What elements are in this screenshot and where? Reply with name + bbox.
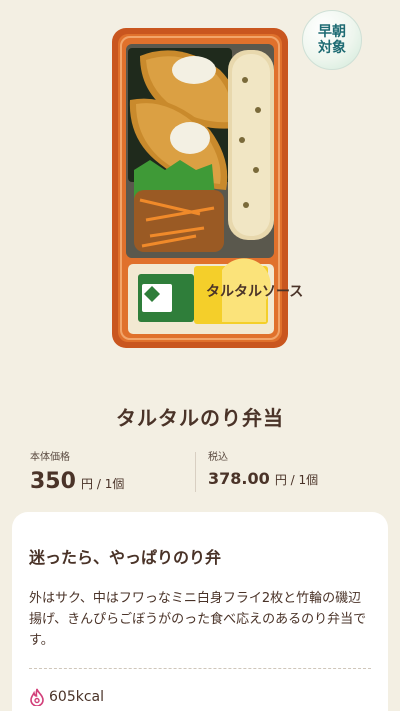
badge-text: 早朝対象 xyxy=(318,24,346,56)
tax-included-unit: 円 / 1個 xyxy=(274,473,319,487)
base-price: 本体価格 350 円 / 1個 xyxy=(30,448,124,494)
tax-included-amount: 378.00 xyxy=(208,469,270,488)
early-morning-badge: 早朝対象 xyxy=(302,10,362,70)
price-divider xyxy=(195,452,196,492)
base-price-amount: 350 xyxy=(30,469,76,494)
product-title: タルタルのり弁当 xyxy=(116,406,284,430)
description-body: 外はサク、中はフワっなミニ白身フライ2枚と竹輪の磯辺揚げ、きんぴらごぼうがのった… xyxy=(29,591,367,648)
description-headline: 迷ったら、やっぱりのり弁 xyxy=(29,548,222,567)
base-price-unit: 円 / 1個 xyxy=(81,477,125,491)
dashed-divider xyxy=(29,668,371,669)
base-price-label: 本体価格 xyxy=(30,452,70,463)
sauce-packet-label: タルタルソース xyxy=(206,284,303,300)
flame-icon xyxy=(30,688,44,706)
calorie-value: 605kcal xyxy=(49,689,104,705)
description-card: 迷ったら、やっぱりのり弁 外はサク、中はフワっなミニ白身フライ2枚と竹輪の磯辺揚… xyxy=(12,512,388,711)
calorie-info: 605kcal xyxy=(29,688,104,706)
product-image: タルタルソース 早朝対象 xyxy=(0,0,400,370)
tax-included-price: 税込 378.00 円 / 1個 xyxy=(208,448,318,488)
tax-included-label: 税込 xyxy=(208,452,228,463)
